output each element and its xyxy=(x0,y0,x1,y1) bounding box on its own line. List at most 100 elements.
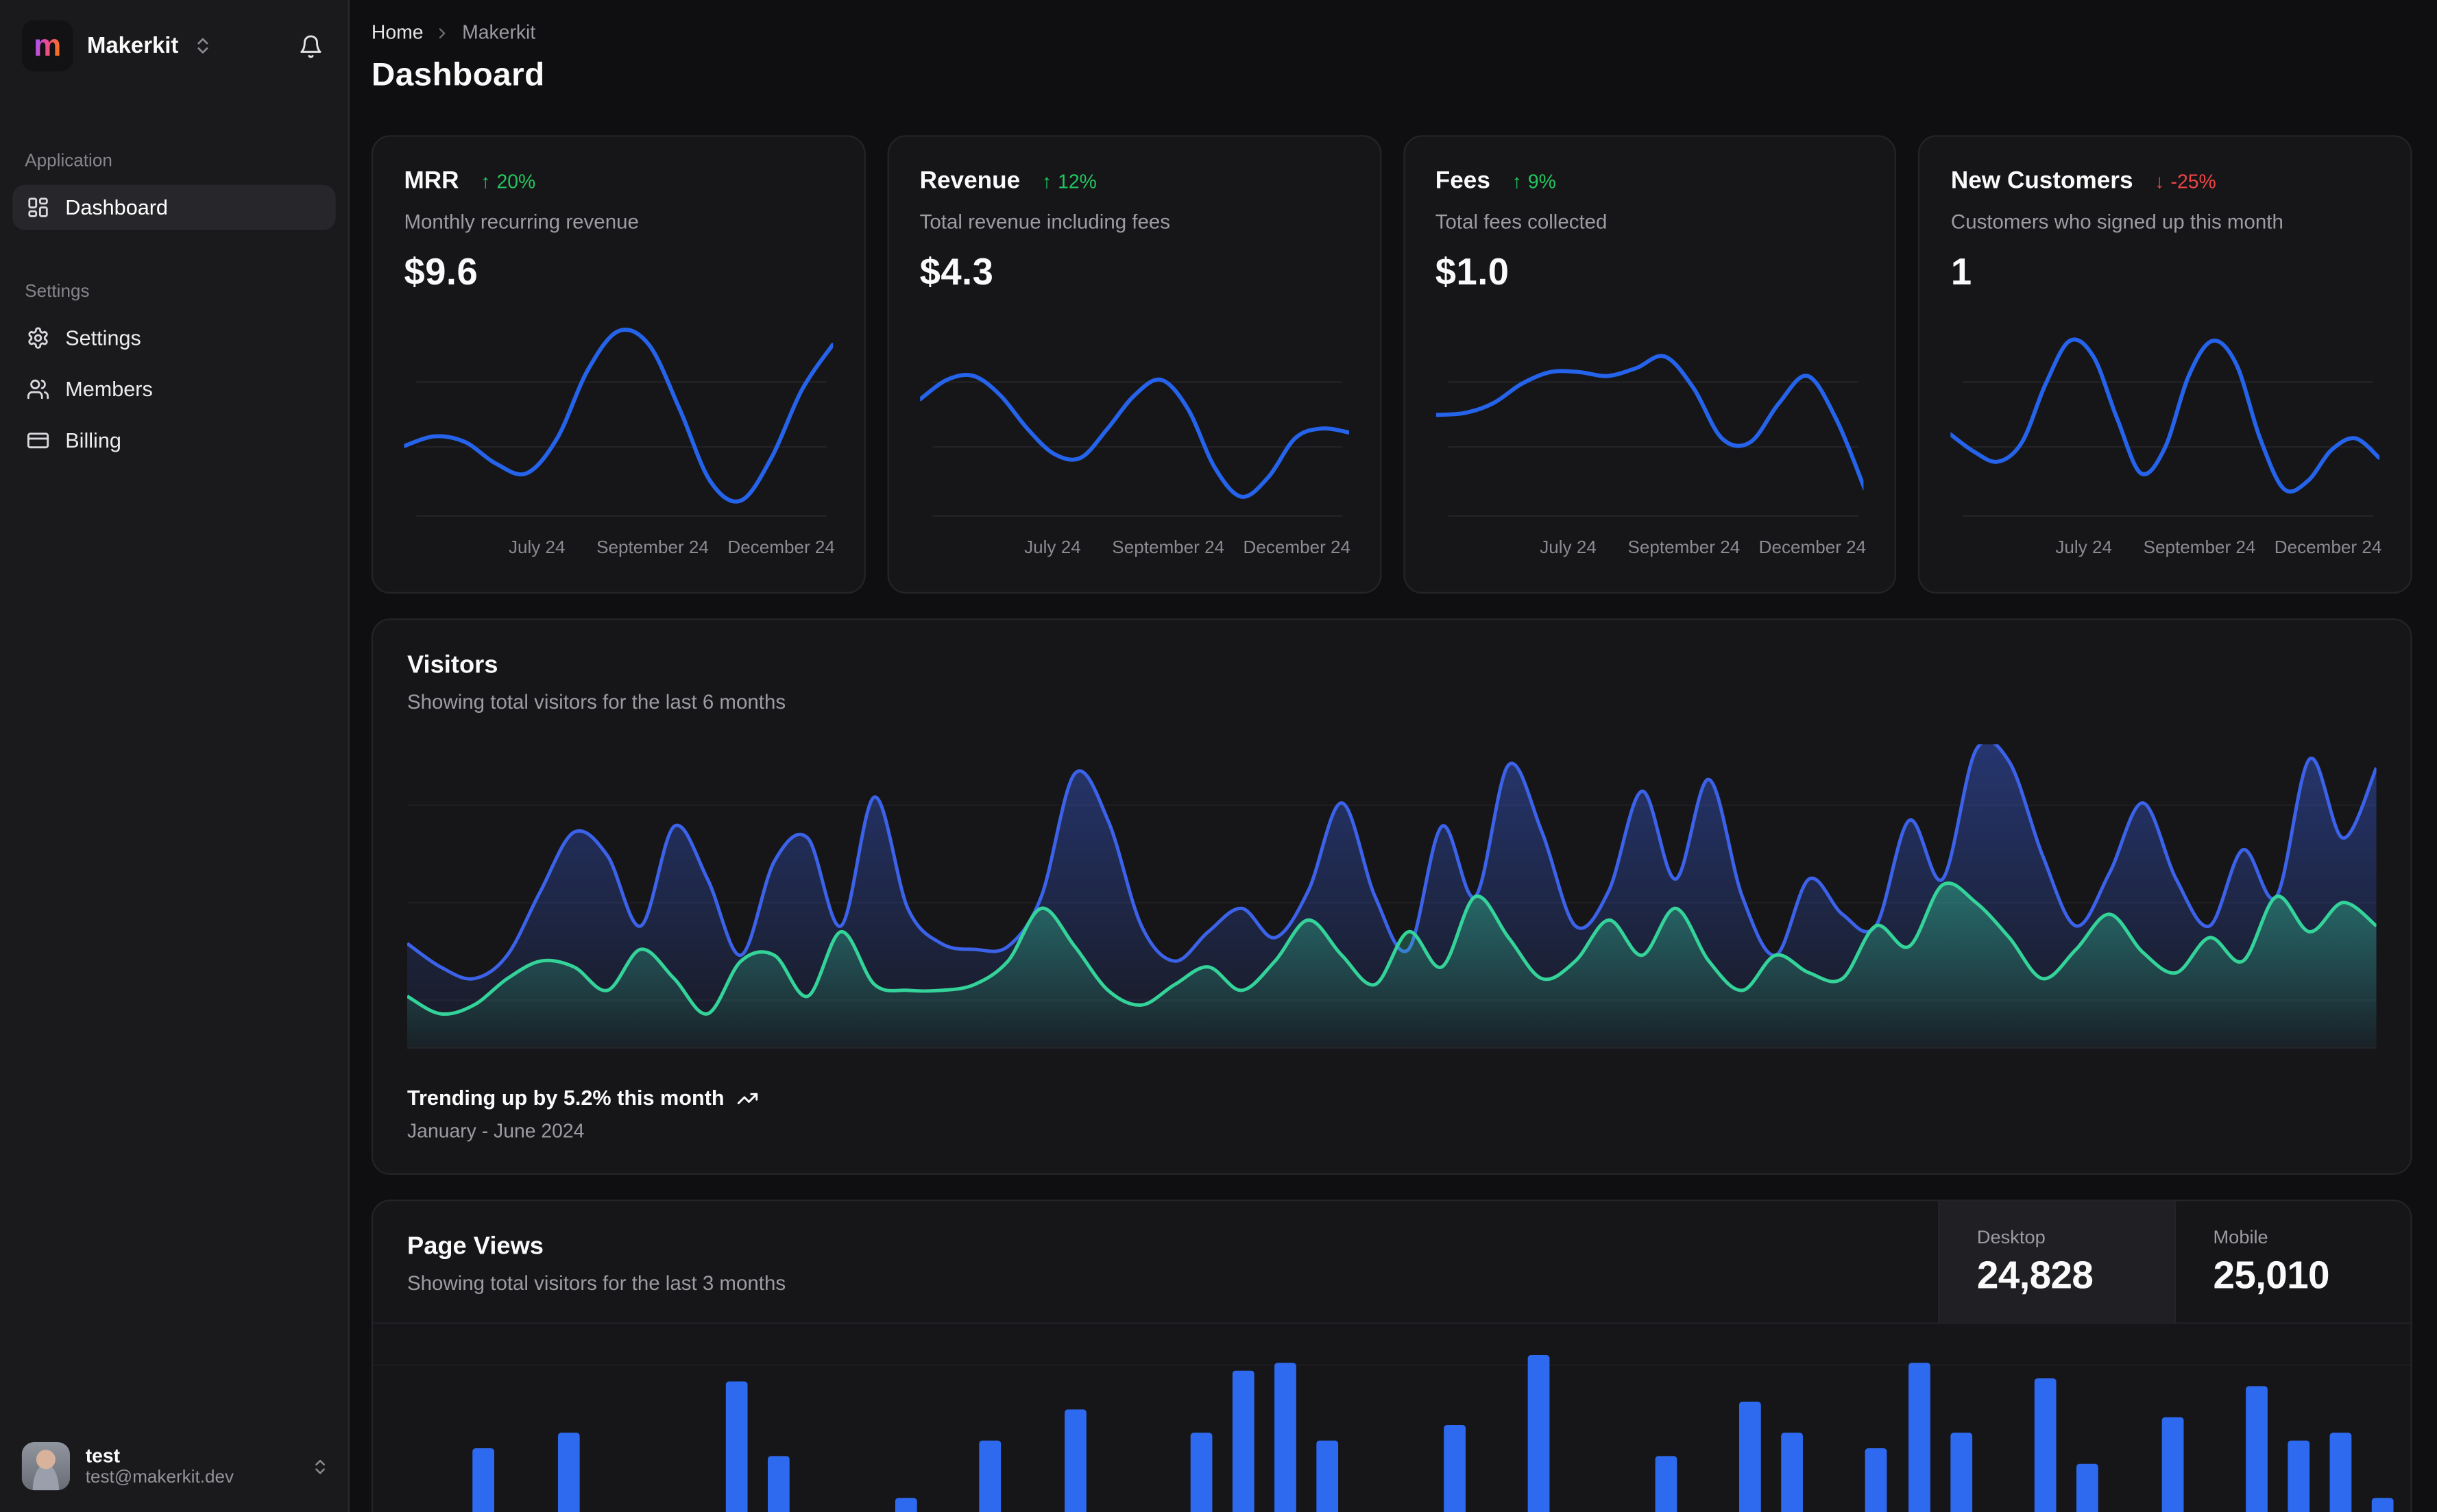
sidebar-item-label: Dashboard xyxy=(65,195,168,219)
bar xyxy=(2035,1378,2057,1512)
users-icon xyxy=(27,378,50,401)
section-label-application: Application xyxy=(25,152,112,171)
nav-application: Dashboard xyxy=(0,184,348,230)
stat-value: $1.0 xyxy=(1435,252,1510,294)
stat-title: Fees xyxy=(1435,167,1490,195)
visitors-subtitle: Showing total visitors for the last 6 mo… xyxy=(407,690,786,714)
bar xyxy=(2245,1386,2268,1512)
sparkline-chart xyxy=(1435,310,1864,526)
page-views-title: Page Views xyxy=(407,1234,544,1260)
sidebar-item-members[interactable]: Members xyxy=(12,367,336,412)
bar xyxy=(1654,1456,1677,1512)
stat-card-mrr: MRR ↑ 20% Monthly recurring revenue $9.6 … xyxy=(371,135,866,594)
chevron-right-icon xyxy=(434,24,451,41)
visitors-area-chart xyxy=(407,744,2377,1049)
stat-title: Revenue xyxy=(919,167,1021,195)
bar xyxy=(1739,1402,1761,1512)
stat-cards-row: MRR ↑ 20% Monthly recurring revenue $9.6 … xyxy=(371,135,2412,594)
bar xyxy=(2161,1417,2183,1512)
bar xyxy=(1063,1409,1086,1512)
chevrons-up-down-icon[interactable] xyxy=(193,36,213,56)
bars-container xyxy=(389,1324,2395,1512)
toggle-mobile[interactable]: Mobile 25,010 xyxy=(2174,1201,2411,1323)
bar xyxy=(895,1498,917,1512)
page-title: Dashboard xyxy=(371,57,545,94)
stat-delta-down: ↓ -25% xyxy=(2155,171,2216,193)
sparkline-x-axis: July 24 September 24 December 24 xyxy=(1540,539,1867,558)
visitors-date-range: January - June 2024 xyxy=(407,1120,585,1143)
bar xyxy=(557,1432,579,1512)
user-name: test xyxy=(85,1445,121,1467)
sparkline-chart xyxy=(1951,310,2379,526)
bar xyxy=(1190,1432,1213,1512)
avatar xyxy=(21,1441,71,1491)
sidebar-item-dashboard[interactable]: Dashboard xyxy=(12,184,336,230)
bar xyxy=(2329,1432,2352,1512)
stat-title: New Customers xyxy=(1950,167,2133,195)
workspace-name: Makerkit xyxy=(86,33,179,59)
page-views-panel: Page Views Showing total visitors for th… xyxy=(371,1199,2412,1512)
user-menu[interactable]: test test@makerkit.dev xyxy=(0,1424,348,1512)
stat-delta-up: ↑ 12% xyxy=(1041,171,1097,193)
stat-card-fees: Fees ↑ 9% Total fees collected $1.0 July … xyxy=(1403,135,1897,594)
visitors-title: Visitors xyxy=(407,653,498,679)
bar xyxy=(1233,1370,1254,1512)
toggle-desktop[interactable]: Desktop 24,828 xyxy=(1938,1201,2174,1323)
user-meta: test test@makerkit.dev xyxy=(86,1446,234,1487)
stat-subtitle: Total fees collected xyxy=(1435,210,1608,234)
bell-icon[interactable] xyxy=(295,30,326,61)
stat-card-revenue: Revenue ↑ 12% Total revenue including fee… xyxy=(887,135,1381,594)
main-content: Home Makerkit Dashboard MRR ↑ 20% Monthly… xyxy=(350,0,2437,1512)
bar xyxy=(1444,1425,1466,1512)
visitors-panel: Visitors Showing total visitors for the … xyxy=(371,618,2412,1175)
page-views-subtitle: Showing total visitors for the last 3 mo… xyxy=(407,1271,786,1295)
desktop-value: 24,828 xyxy=(1976,1253,2094,1297)
sidebar-item-settings[interactable]: Settings xyxy=(12,315,336,361)
stat-subtitle: Customers who signed up this month xyxy=(1950,210,2283,234)
desktop-label: Desktop xyxy=(1976,1225,2046,1247)
breadcrumb-home[interactable]: Home xyxy=(372,22,424,44)
credit-card-icon xyxy=(27,429,50,452)
sidebar-item-billing[interactable]: Billing xyxy=(12,418,336,463)
sparkline-x-axis: July 24 September 24 December 24 xyxy=(1024,539,1351,558)
breadcrumb: Home Makerkit xyxy=(372,22,2412,44)
stat-value: 1 xyxy=(1950,252,1972,294)
bar xyxy=(726,1381,749,1512)
stat-delta-up: ↑ 20% xyxy=(481,171,536,193)
bar xyxy=(1274,1363,1297,1512)
mobile-label: Mobile xyxy=(2213,1225,2268,1247)
user-email: test@makerkit.dev xyxy=(85,1468,234,1487)
stat-title: MRR xyxy=(404,167,459,195)
stat-delta-up: ↑ 9% xyxy=(1512,171,1556,193)
bar xyxy=(2372,1498,2394,1512)
page-views-header: Page Views Showing total visitors for th… xyxy=(373,1201,2411,1324)
sparkline-chart xyxy=(404,310,832,526)
workspace-row: m Makerkit xyxy=(0,0,348,87)
sparkline-chart xyxy=(920,310,1348,526)
layout-dashboard-icon xyxy=(27,196,50,219)
sparkline-x-axis: July 24 September 24 December 24 xyxy=(508,539,835,558)
gear-icon xyxy=(27,326,50,350)
stat-subtitle: Total revenue including fees xyxy=(919,210,1171,234)
logo-letter: m xyxy=(33,28,62,63)
app-root: m Makerkit Application Dashboard Setting… xyxy=(0,0,2437,1512)
mobile-value: 25,010 xyxy=(2213,1253,2330,1297)
visitors-trend-line: Trending up by 5.2% this month xyxy=(407,1086,2377,1110)
bar xyxy=(979,1440,1002,1512)
makerkit-logo: m xyxy=(21,20,73,72)
bar xyxy=(1317,1440,1339,1512)
page-views-bar-chart xyxy=(373,1324,2411,1512)
bar xyxy=(2076,1463,2099,1512)
arrow-down-icon: ↓ xyxy=(2155,171,2165,193)
sidebar: m Makerkit Application Dashboard Setting… xyxy=(0,0,350,1512)
stat-card-new-customers: New Customers ↓ -25% Customers who signed… xyxy=(1918,135,2412,594)
bar xyxy=(1908,1363,1930,1512)
stat-subtitle: Monthly recurring revenue xyxy=(404,210,639,234)
breadcrumb-current: Makerkit xyxy=(462,21,536,44)
section-label-settings: Settings xyxy=(25,282,90,302)
stat-value: $9.6 xyxy=(404,252,478,294)
bar xyxy=(472,1448,495,1512)
chevrons-up-down-icon xyxy=(311,1457,329,1476)
nav-settings: Settings Members Billing xyxy=(0,315,348,463)
bar xyxy=(2288,1440,2310,1512)
